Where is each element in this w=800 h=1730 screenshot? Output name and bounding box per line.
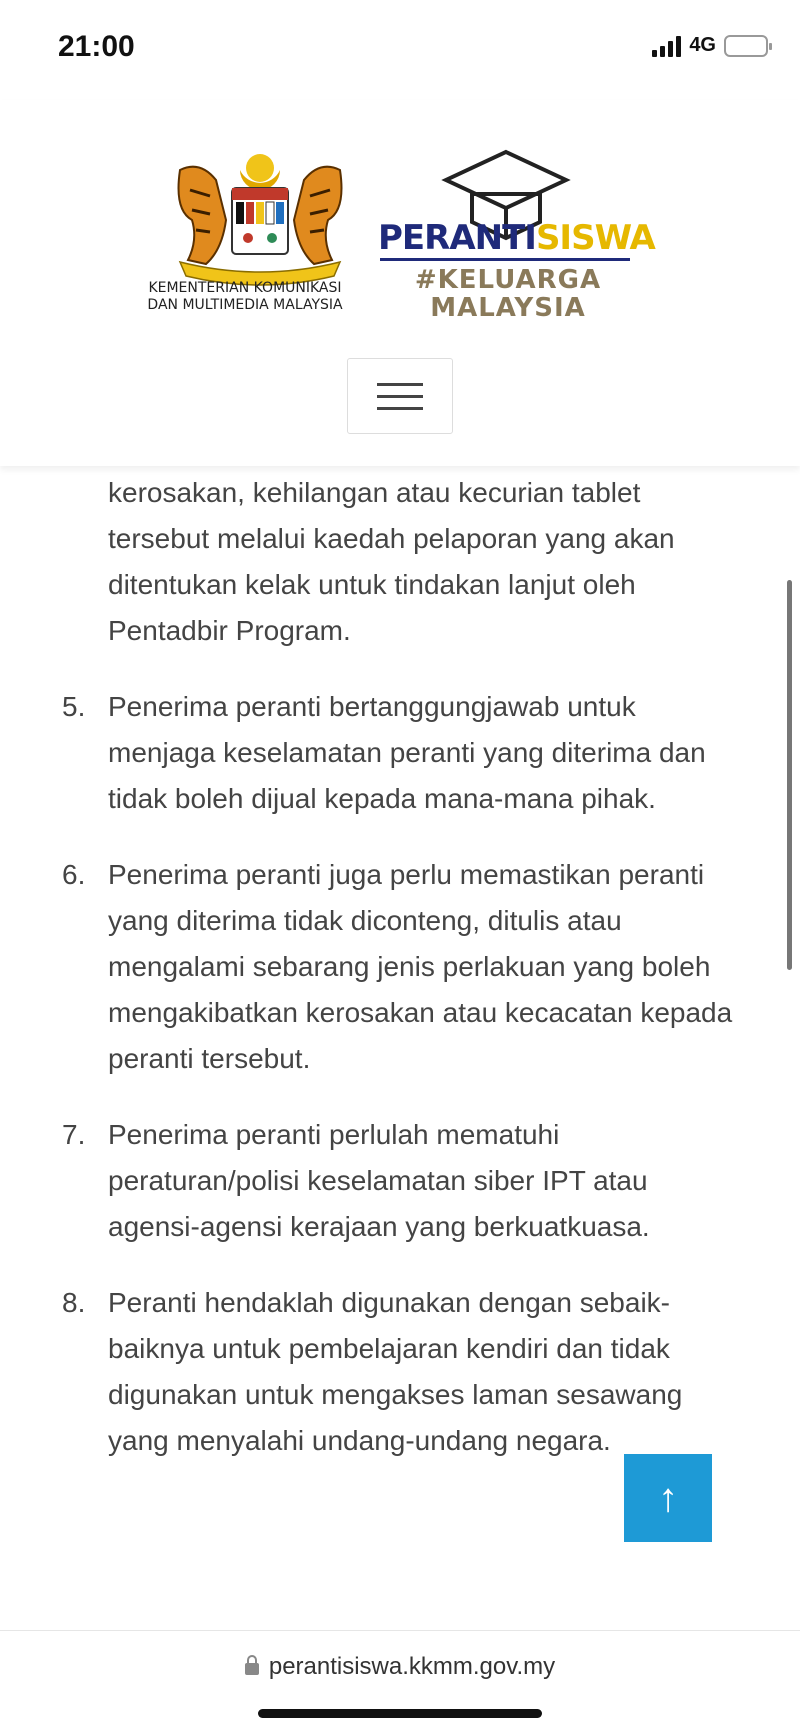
list-item: 5. Penerima peranti bertanggungjawab untu… bbox=[62, 691, 706, 814]
scroll-to-top-button[interactable]: ↑ bbox=[624, 1454, 712, 1542]
signal-icon bbox=[652, 35, 682, 57]
arrow-up-icon: ↑ bbox=[658, 1476, 678, 1520]
list-item: 6. Penerima peranti juga perlu memastikan… bbox=[62, 859, 733, 1074]
battery-icon bbox=[724, 34, 772, 57]
brand-tagline: #KELUARGA MALAYSIA bbox=[414, 265, 602, 323]
lock-icon bbox=[244, 1655, 259, 1675]
site-header: KEMENTERIAN KOMUNIKASI DAN MULTIMEDIA MA… bbox=[0, 100, 800, 466]
scrollbar[interactable] bbox=[787, 580, 792, 970]
status-bar: 21:00 4G bbox=[0, 0, 800, 100]
list-item: 4.Penerima peranti perlu melaporkan seba… bbox=[62, 446, 675, 646]
browser-url-bar: perantisiswa.kkmm.gov.my bbox=[0, 1630, 800, 1730]
hamburger-icon bbox=[377, 382, 423, 386]
brand-name: PERANTISISWA bbox=[378, 218, 656, 258]
status-indicators: 4G bbox=[652, 34, 772, 57]
network-type: 4G bbox=[689, 34, 716, 56]
menu-button[interactable] bbox=[347, 358, 453, 434]
brand-underline bbox=[380, 258, 630, 261]
ministry-name: KEMENTERIAN KOMUNIKASI DAN MULTIMEDIA MA… bbox=[147, 280, 343, 313]
home-indicator[interactable] bbox=[258, 1709, 542, 1718]
list-item: 7. Penerima peranti perlulah mematuhi per… bbox=[62, 1119, 650, 1242]
list-item: 8. Peranti hendaklah digunakan dengan seb… bbox=[62, 1287, 683, 1456]
status-time: 21:00 bbox=[58, 30, 135, 63]
terms-content: 4.Penerima peranti perlu melaporkan seba… bbox=[0, 446, 800, 1630]
terms-list: 4.Penerima peranti perlu melaporkan seba… bbox=[0, 446, 760, 1494]
address-field[interactable]: perantisiswa.kkmm.gov.my bbox=[0, 1653, 800, 1681]
